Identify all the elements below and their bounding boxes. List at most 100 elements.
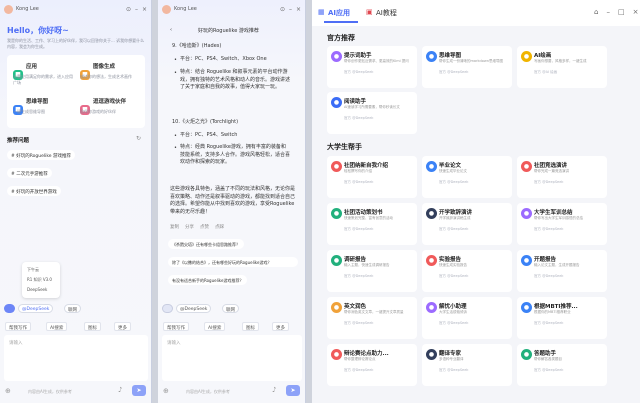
- feature-card-4[interactable]: ■ 逗逗游戏伙伴 陪伴你游戏的好伙伴: [80, 96, 142, 126]
- model-toggle[interactable]: [162, 304, 173, 313]
- avatar[interactable]: [4, 4, 13, 14]
- agent-desc: 快速生成实验报告: [439, 263, 467, 267]
- tab-ai-tutorial[interactable]: AI教程: [376, 8, 397, 18]
- minimize-icon[interactable]: –: [135, 6, 138, 13]
- feature-card-3[interactable]: ■ 思维导图 一键生成思维导图: [13, 96, 75, 126]
- left-titlebar: Kong Lee ⊙ – ×: [0, 0, 151, 18]
- tool-write[interactable]: 帮我写作: [163, 322, 189, 331]
- tool-icon[interactable]: 图标: [84, 322, 101, 331]
- model-option-3[interactable]: DeepSeek: [27, 287, 47, 292]
- student-agent-3[interactable]: ● 社团竞选演讲 帮你完成一篇竞选演讲 官方 @DeepSeek: [517, 156, 607, 198]
- copy-button[interactable]: 复制: [170, 224, 179, 230]
- student-agent-12[interactable]: ● 根据MBTI推荐... 根据你的MBTI推荐职业 官方 @DeepSeek: [517, 297, 607, 339]
- followup-2[interactable]: 除了《以撒的结合》，还有哪些好玩的Roguelike游戏？: [168, 257, 298, 267]
- student-agent-2[interactable]: ● 毕业论文 快速生成毕业论文 官方 @DeepSeek: [422, 156, 512, 198]
- official-agent-2[interactable]: ● 思维导图 帮你生成一份清晰的markdown思维导图 官方 @DeepSee…: [422, 46, 512, 88]
- new-chat-icon[interactable]: ⊕: [163, 387, 169, 395]
- student-agent-13[interactable]: ● 辩论赛论点助力... 帮你整理辩论赛论点 官方 @DeepSeek: [327, 344, 417, 386]
- message-actions: 复制 分享 点赞 点踩: [170, 224, 224, 230]
- web-search-chip[interactable]: 联网: [64, 304, 81, 313]
- active-tab-indicator: [324, 21, 358, 23]
- agent-name: 提示词助手: [344, 53, 372, 59]
- disclaimer: 内容由AI生成，仅供参考: [28, 389, 72, 394]
- close-icon[interactable]: ×: [296, 6, 301, 13]
- minimize-icon[interactable]: –: [606, 8, 610, 16]
- deepseek-chip[interactable]: @DeepSeek: [176, 304, 212, 313]
- close-icon[interactable]: ×: [633, 8, 639, 16]
- student-agent-4[interactable]: ● 社团活动策划书 快速策划完整、富有创意的活动 官方 @DeepSeek: [327, 203, 417, 245]
- chat-input[interactable]: 请输入: [4, 335, 148, 381]
- agent-name: 阅读助手: [344, 99, 367, 105]
- agent-name: 英文润色: [344, 304, 367, 310]
- agent-desc: 帮你润色英文文章，一键提升文章质量: [344, 310, 404, 314]
- close-icon[interactable]: ×: [142, 6, 147, 13]
- student-agent-14[interactable]: ● 翻译专家 多语种专业翻译 官方 @DeepSeek: [422, 344, 512, 386]
- tool-more[interactable]: 更多: [114, 322, 131, 331]
- share-button[interactable]: 分享: [185, 224, 194, 230]
- student-agent-1[interactable]: ● 社团纳新自我介绍 轻松撰写你的介绍 官方 @DeepSeek: [327, 156, 417, 198]
- translate-icon: ●: [426, 349, 437, 360]
- feature-card-2[interactable]: ■ 图像生成 描述你的想法，生成艺术画作: [80, 61, 142, 91]
- mic-icon[interactable]: ♪: [118, 386, 122, 394]
- followup-1[interactable]: 《杀戮尖塔》还有哪些卡组思路推荐？: [168, 239, 244, 249]
- debate-icon: ●: [331, 349, 342, 360]
- agent-name: 毕业论文: [439, 163, 462, 169]
- model-toggle[interactable]: [4, 304, 15, 313]
- tool-icon[interactable]: 图标: [242, 322, 259, 331]
- chat-input[interactable]: 请输入: [162, 335, 302, 381]
- tool-write[interactable]: 帮我写作: [5, 322, 31, 331]
- like-button[interactable]: 点赞: [200, 224, 209, 230]
- answer-icon: ●: [521, 349, 532, 360]
- avatar[interactable]: [162, 4, 171, 14]
- student-agent-5[interactable]: ● 开学致辞演讲 开学致辞演讲稿生成 官方 @DeepSeek: [422, 203, 512, 245]
- student-agent-6[interactable]: ● 大学生军训总结 帮你写出大学生军训感悟的总结 官方 @DeepSeek: [517, 203, 607, 245]
- tool-ai-search[interactable]: AI搜索: [46, 322, 68, 331]
- official-agent-4[interactable]: ● 阅读助手 AI速读学习所需要素，帮你秒读长文 官方 @DeepSeek: [327, 92, 417, 134]
- home-icon[interactable]: ⌂: [594, 8, 598, 16]
- agent-badge: 官方 @DeepSeek: [344, 180, 374, 184]
- pin-icon[interactable]: ⊙: [280, 6, 285, 13]
- back-arrow-icon[interactable]: ‹: [170, 27, 172, 33]
- followup-3[interactable]: 有没有适合新手的Roguelike游戏推荐？: [168, 275, 248, 285]
- app-square-window: ▦ AI应用 ▣ AI教程 ⌂ – □ × 官方推荐 大学生帮手 ● 提示词助手…: [312, 0, 640, 403]
- tool-ai-search[interactable]: AI搜索: [204, 322, 226, 331]
- official-agent-3[interactable]: ● AI绘画 写画你想要，风格多样，一键生成 官方 @AI 绘画: [517, 46, 607, 88]
- summary-text: 这些游戏各具特色，涵盖了不同的玩法和风格，无论你是喜欢策略、动作还是叙事驱动的游…: [170, 186, 296, 215]
- web-search-chip[interactable]: 联网: [222, 304, 239, 313]
- dislike-button[interactable]: 点踩: [215, 224, 224, 230]
- model-option-1[interactable]: 下午云: [27, 267, 39, 273]
- agent-badge: 官方 @DeepSeek: [344, 368, 374, 372]
- suggestion-3[interactable]: # 好玩的开放世界游戏: [7, 186, 61, 196]
- agent-badge: 官方 @DeepSeek: [439, 227, 469, 231]
- maximize-icon[interactable]: □: [618, 8, 625, 16]
- suggestion-2[interactable]: # 二次元手游推荐: [7, 168, 52, 178]
- feature-card-1[interactable]: ■ 应用 丰富应用满足你的需求，进入应用广场: [13, 61, 75, 91]
- paint-icon: ●: [521, 51, 532, 62]
- deepseek-chip[interactable]: @DeepSeek: [18, 304, 54, 313]
- student-agent-7[interactable]: ● 调研报告 输入主题，快速生成调研报告 官方 @DeepSeek: [327, 250, 417, 292]
- tool-more[interactable]: 更多: [272, 322, 289, 331]
- student-agent-8[interactable]: ● 实验报告 快速生成实验报告 官方 @DeepSeek: [422, 250, 512, 292]
- student-agent-10[interactable]: ● 英文润色 帮你润色英文文章，一键提升文章质量 官方 @DeepSeek: [327, 297, 417, 339]
- official-agent-1[interactable]: ● 提示词助手 帮你创作更贴近需求、更高效的Kimi 提问 官方 @DeepSe…: [327, 46, 417, 88]
- mic-icon[interactable]: ♪: [272, 386, 276, 394]
- intro-icon: ●: [331, 161, 342, 172]
- pin-icon[interactable]: ⊙: [126, 6, 131, 13]
- item10-title: 10.《火炬之光》(Torchlight): [172, 119, 239, 125]
- student-agent-9[interactable]: ● 开题报告 输入论文主题，生成开题报告 官方 @DeepSeek: [517, 250, 607, 292]
- agent-name: 调研报告: [344, 257, 367, 263]
- student-agent-11[interactable]: ● 解忧小助理 大学生活烦恼倾诉 官方 @DeepSeek: [422, 297, 512, 339]
- minimize-icon[interactable]: –: [289, 6, 292, 13]
- middle-chat-window: Kong Lee ⊙ – × ‹ 好玩的Roguelike 游戏推荐 9.《哈迪…: [158, 0, 306, 403]
- refresh-icon[interactable]: ↻: [136, 135, 141, 142]
- suggestion-1[interactable]: # 好玩的Roguelike 游戏推荐: [7, 150, 76, 160]
- mindmap-icon: ●: [426, 51, 437, 62]
- send-button[interactable]: ➤: [286, 385, 300, 396]
- student-agent-15[interactable]: ● 答题助手 帮你解答各类题目 官方 @DeepSeek: [517, 344, 607, 386]
- agent-badge: 官方 @DeepSeek: [439, 368, 469, 372]
- prompt-icon: ●: [331, 51, 342, 62]
- send-button[interactable]: ➤: [132, 385, 146, 396]
- new-chat-icon[interactable]: ⊕: [5, 387, 11, 395]
- model-option-2[interactable]: R1 知识 V3.0: [27, 277, 52, 283]
- tab-ai-apps[interactable]: AI应用: [328, 8, 350, 18]
